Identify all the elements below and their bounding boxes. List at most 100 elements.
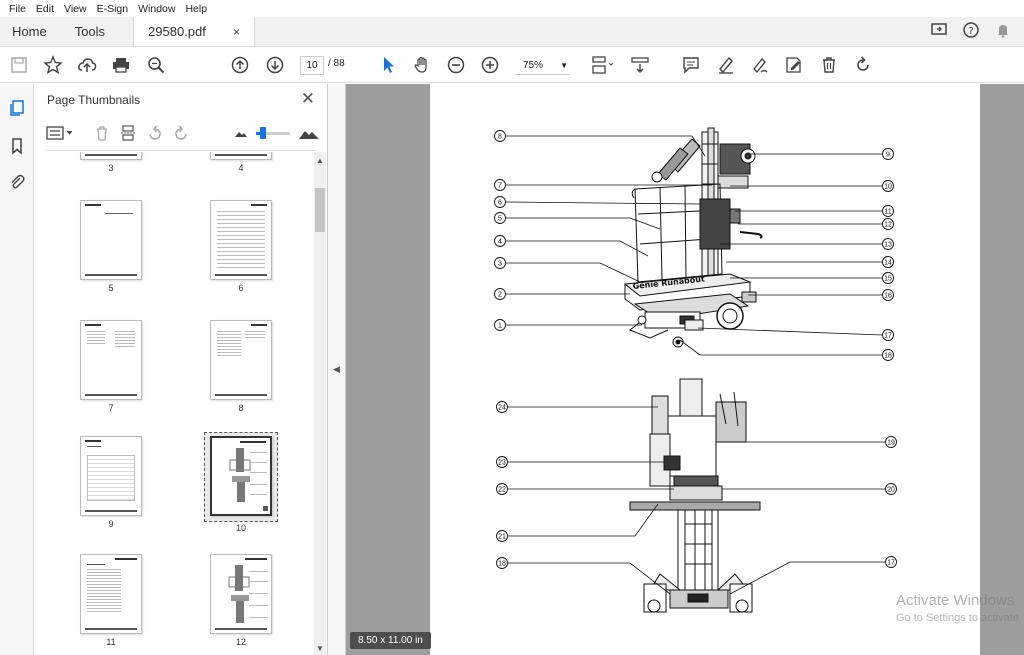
callout-label: 9 xyxy=(886,152,890,159)
tab-document[interactable]: 29580.pdf × xyxy=(133,17,256,46)
menu-file[interactable]: File xyxy=(4,3,31,15)
panel-close-icon[interactable]: ✕ xyxy=(301,89,315,109)
rotate-icon[interactable] xyxy=(852,54,874,76)
zoom-out-icon[interactable] xyxy=(445,54,467,76)
scroll-mode-icon[interactable] xyxy=(629,54,651,76)
help-icon[interactable]: ? xyxy=(962,21,980,42)
callout-label: 17 xyxy=(887,560,895,567)
hand-tool-icon[interactable] xyxy=(411,54,433,76)
find-zoom-icon[interactable] xyxy=(145,54,167,76)
callout-label: 16 xyxy=(884,293,892,300)
callout-label: 14 xyxy=(884,260,892,267)
menu-edit[interactable]: Edit xyxy=(31,3,59,15)
thumbnail-page-3[interactable] xyxy=(80,152,142,160)
activation-watermark-subtitle: Go to Settings to activate xyxy=(896,612,1019,624)
slider-handle[interactable] xyxy=(260,127,266,139)
menu-view[interactable]: View xyxy=(59,3,92,15)
thumbnail-label: 8 xyxy=(238,403,244,413)
callout-label: 1 xyxy=(498,323,502,330)
thumbnail-label: 3 xyxy=(108,163,114,173)
divider xyxy=(46,150,316,151)
thumbnail-page-4[interactable] xyxy=(210,152,272,160)
thumbnail-label: 10 xyxy=(235,523,246,533)
thumbnail-page-6[interactable] xyxy=(210,200,272,280)
callout-label: 10 xyxy=(884,184,892,191)
thumbnail-page-10[interactable] xyxy=(210,436,272,516)
next-page-icon[interactable] xyxy=(264,54,286,76)
menu-bar: File Edit View E-Sign Window Help xyxy=(0,0,1024,17)
thumbnail-options-icon[interactable] xyxy=(46,124,74,142)
page-thumbnails-icon[interactable] xyxy=(7,98,27,118)
collapse-panel-icon[interactable]: ◀ xyxy=(333,364,340,375)
delete-page-icon[interactable] xyxy=(93,124,111,142)
thumbnail-page-8[interactable] xyxy=(210,320,272,400)
tab-bar: Home Tools 29580.pdf × ? xyxy=(0,17,1024,47)
highlight-pen-icon[interactable] xyxy=(715,54,737,76)
thumbnail-label: 12 xyxy=(235,637,246,647)
bookmark-star-icon[interactable] xyxy=(42,54,64,76)
scroll-up-icon[interactable]: ▲ xyxy=(316,156,324,165)
menu-help[interactable]: Help xyxy=(180,3,212,15)
callout-label: 17 xyxy=(884,333,892,340)
thumbnail-size-slider[interactable] xyxy=(256,127,290,139)
fit-page-icon[interactable] xyxy=(588,54,618,76)
document-viewport[interactable]: Genie Runabout 8 7 6 5 4 3 2 1 9 10 11 1… xyxy=(346,84,1024,655)
thumbnail-page-9[interactable] xyxy=(80,436,142,516)
cloud-upload-icon[interactable] xyxy=(76,54,98,76)
thumbnail-page-12[interactable] xyxy=(210,554,272,634)
rotate-counterclockwise-icon[interactable] xyxy=(146,124,164,142)
callout-label: 18 xyxy=(884,353,892,360)
callout-label: 11 xyxy=(884,209,891,216)
thumbnail-label: 5 xyxy=(108,283,114,293)
edit-text-icon[interactable] xyxy=(783,54,805,76)
small-thumbnails-icon[interactable] xyxy=(232,124,250,142)
callout-label: 5 xyxy=(498,216,502,223)
main-toolbar: 10 / 88 75% ▼ xyxy=(0,47,1024,83)
tab-home[interactable]: Home xyxy=(0,17,61,46)
previous-page-icon[interactable] xyxy=(229,54,251,76)
zoom-in-icon[interactable] xyxy=(479,54,501,76)
share-screen-icon[interactable] xyxy=(930,21,948,42)
thumbnail-page-5[interactable] xyxy=(80,200,142,280)
callout-label: 3 xyxy=(498,261,502,268)
thumbnail-page-11[interactable] xyxy=(80,554,142,634)
svg-text:?: ? xyxy=(968,26,973,37)
print-icon[interactable] xyxy=(110,54,132,76)
callout-label: 24 xyxy=(498,405,506,412)
tab-close-icon[interactable]: × xyxy=(233,25,240,39)
callout-label: 22 xyxy=(498,487,506,494)
attachment-paperclip-icon[interactable] xyxy=(7,172,27,192)
header-actions: ? xyxy=(930,17,1024,46)
pdf-page: Genie Runabout 8 7 6 5 4 3 2 1 9 10 11 1… xyxy=(430,84,980,655)
draw-freehand-icon[interactable] xyxy=(749,54,771,76)
extract-pages-icon[interactable] xyxy=(119,124,137,142)
callout-label: 12 xyxy=(884,222,892,229)
zoom-select[interactable]: 75% ▼ xyxy=(515,56,570,75)
page-thumbnails-panel: Page Thumbnails ✕ 3 4 5 6 7 8 9 10 11 12… xyxy=(34,84,328,655)
notification-bell-icon[interactable] xyxy=(994,21,1012,42)
thumbnail-page-7[interactable] xyxy=(80,320,142,400)
save-icon[interactable] xyxy=(8,54,30,76)
current-page-input[interactable]: 10 xyxy=(300,56,324,75)
rotate-clockwise-icon[interactable] xyxy=(172,124,190,142)
thumbnail-scrollbar[interactable]: ▲ ▼ xyxy=(314,152,326,655)
panel-splitter[interactable]: ◀ xyxy=(328,84,346,655)
tab-tools[interactable]: Tools xyxy=(61,17,119,46)
comment-icon[interactable] xyxy=(680,54,702,76)
thumbnail-label: 4 xyxy=(238,163,244,173)
parts-diagram: Genie Runabout 8 7 6 5 4 3 2 1 9 10 11 1… xyxy=(494,127,897,613)
callout-label: 7 xyxy=(498,183,502,190)
tab-document-label: 29580.pdf xyxy=(148,24,206,39)
callout-label: 21 xyxy=(498,534,506,541)
select-cursor-icon[interactable] xyxy=(377,54,399,76)
menu-window[interactable]: Window xyxy=(133,3,180,15)
bookmark-icon[interactable] xyxy=(7,136,27,156)
delete-icon[interactable] xyxy=(818,54,840,76)
thumbnail-list: 3 4 5 6 7 8 9 10 11 12 xyxy=(34,152,314,655)
scroll-down-icon[interactable]: ▼ xyxy=(316,644,324,653)
callout-label: 20 xyxy=(887,487,895,494)
scrollbar-thumb[interactable] xyxy=(315,188,325,232)
callout-label: 4 xyxy=(498,239,502,246)
large-thumbnails-icon[interactable] xyxy=(298,124,320,142)
menu-esign[interactable]: E-Sign xyxy=(92,3,134,15)
